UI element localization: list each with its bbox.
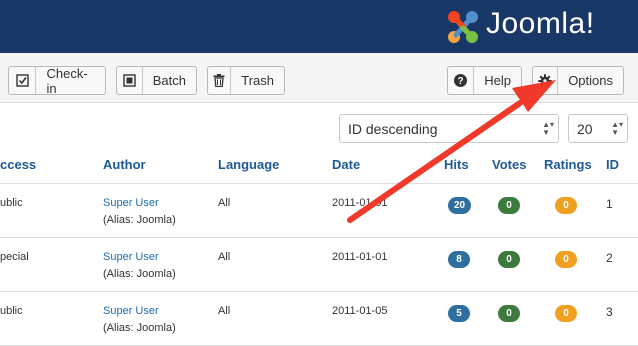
limit-arrows-icon: ▲▾ ▼ bbox=[611, 120, 623, 137]
checkbox-icon bbox=[9, 67, 37, 94]
table-header-row: ccess Author Language Date Hits Votes Ra… bbox=[0, 146, 638, 184]
votes-badge: 0 bbox=[498, 196, 520, 214]
cell-votes: 0 bbox=[492, 237, 544, 292]
square-icon bbox=[117, 67, 143, 94]
question-icon: ? bbox=[448, 67, 475, 94]
options-button[interactable]: Options bbox=[532, 66, 624, 95]
cell-access: pecial bbox=[0, 237, 103, 292]
cell-date: 2011-01-01 bbox=[332, 183, 438, 238]
hits-badge: 8 bbox=[448, 250, 470, 268]
sort-arrows-icon: ▲▾ ▼ bbox=[542, 120, 554, 137]
col-date[interactable]: Date bbox=[332, 146, 438, 184]
author-alias: (Alias: Joomla) bbox=[103, 267, 176, 280]
batch-label: Batch bbox=[152, 73, 186, 88]
col-author[interactable]: Author bbox=[103, 146, 218, 184]
col-hits[interactable]: Hits bbox=[438, 146, 492, 184]
cell-author: Super User (Alias: Joomla) bbox=[103, 237, 218, 292]
batch-button[interactable]: Batch bbox=[116, 66, 197, 95]
cell-author: Super User (Alias: Joomla) bbox=[103, 291, 218, 346]
toolbar: Check-in Batch Trash ? Help Options bbox=[0, 53, 638, 103]
cell-hits: 5 bbox=[438, 291, 492, 346]
cell-id: 1 bbox=[606, 183, 638, 238]
ratings-badge: 0 bbox=[555, 250, 577, 268]
cell-access: ublic bbox=[0, 291, 103, 346]
votes-badge: 0 bbox=[498, 304, 520, 322]
trash-label: Trash bbox=[241, 73, 274, 88]
limit-select[interactable]: 20 ▲▾ ▼ bbox=[568, 114, 628, 143]
cell-ratings: 0 bbox=[544, 183, 606, 238]
col-id[interactable]: ID bbox=[606, 146, 638, 184]
ordering-select[interactable]: ID descending ▲▾ ▼ bbox=[339, 114, 559, 143]
cell-date: 2011-01-05 bbox=[332, 291, 438, 346]
top-header: Joomla! bbox=[0, 0, 638, 53]
col-votes[interactable]: Votes bbox=[492, 146, 544, 184]
help-button[interactable]: ? Help bbox=[447, 66, 522, 95]
table-row: ublic Super User (Alias: Joomla) All 2011… bbox=[0, 183, 638, 238]
brand-name: Joomla! bbox=[486, 7, 595, 40]
hits-badge: 20 bbox=[448, 196, 472, 214]
cell-ratings: 0 bbox=[544, 237, 606, 292]
trash-icon bbox=[208, 67, 232, 94]
table-row: pecial Super User (Alias: Joomla) All 201… bbox=[0, 237, 638, 292]
cell-votes: 0 bbox=[492, 291, 544, 346]
author-alias: (Alias: Joomla) bbox=[103, 321, 176, 334]
table-row: ublic Super User (Alias: Joomla) All 2011… bbox=[0, 291, 638, 346]
cell-access: ublic bbox=[0, 183, 103, 238]
options-label: Options bbox=[568, 73, 613, 88]
gear-icon bbox=[533, 67, 559, 94]
col-access[interactable]: ccess bbox=[0, 146, 103, 184]
col-language[interactable]: Language bbox=[218, 146, 332, 184]
checkin-button[interactable]: Check-in bbox=[8, 65, 106, 96]
col-ratings[interactable]: Ratings bbox=[544, 146, 606, 184]
articles-table: ccess Author Language Date Hits Votes Ra… bbox=[0, 146, 638, 346]
ratings-badge: 0 bbox=[555, 304, 577, 322]
cell-hits: 20 bbox=[438, 183, 492, 238]
trash-button[interactable]: Trash bbox=[207, 66, 285, 95]
cell-language: All bbox=[218, 183, 332, 238]
cell-language: All bbox=[218, 291, 332, 346]
author-alias: (Alias: Joomla) bbox=[103, 213, 176, 226]
votes-badge: 0 bbox=[498, 250, 520, 268]
cell-hits: 8 bbox=[438, 237, 492, 292]
svg-text:?: ? bbox=[458, 76, 464, 87]
cell-id: 3 bbox=[606, 291, 638, 346]
limit-value: 20 bbox=[577, 120, 593, 137]
hits-badge: 5 bbox=[448, 304, 470, 322]
cell-id: 2 bbox=[606, 237, 638, 292]
author-link[interactable]: Super User bbox=[103, 305, 159, 317]
help-label: Help bbox=[484, 73, 511, 88]
ordering-value: ID descending bbox=[348, 120, 438, 137]
author-link[interactable]: Super User bbox=[103, 251, 159, 263]
cell-ratings: 0 bbox=[544, 291, 606, 346]
cell-votes: 0 bbox=[492, 183, 544, 238]
cell-date: 2011-01-01 bbox=[332, 237, 438, 292]
checkin-label: Check-in bbox=[46, 65, 88, 96]
ratings-badge: 0 bbox=[555, 196, 577, 214]
cell-language: All bbox=[218, 237, 332, 292]
cell-author: Super User (Alias: Joomla) bbox=[103, 183, 218, 238]
author-link[interactable]: Super User bbox=[103, 197, 159, 209]
